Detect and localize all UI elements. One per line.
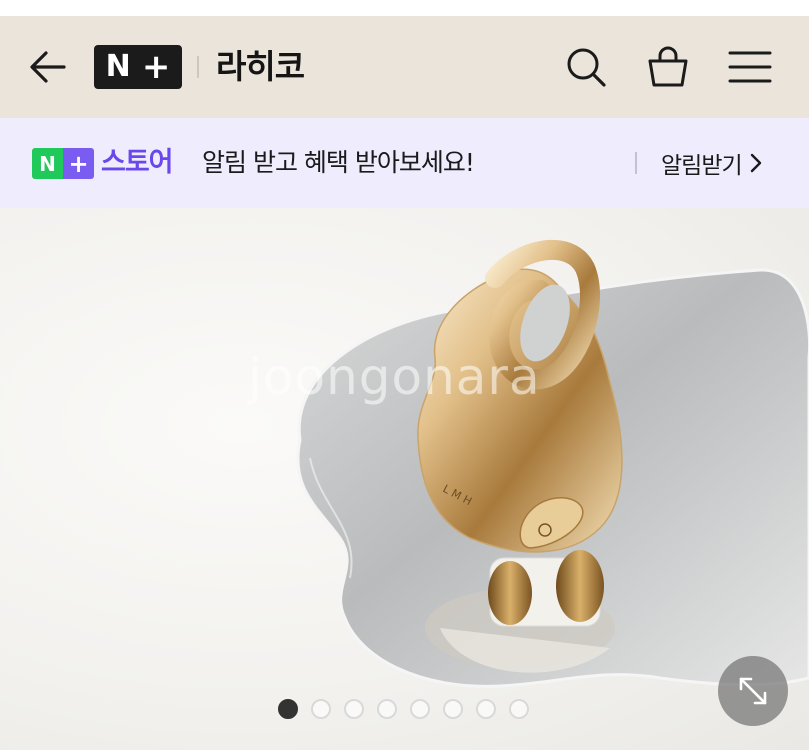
brand-name[interactable]: 라히코 xyxy=(216,44,305,90)
pagination-dot[interactable] xyxy=(344,699,364,719)
search-button[interactable] xyxy=(561,41,611,93)
store-header: N + 라히코 xyxy=(0,16,809,118)
pagination-dot[interactable] xyxy=(278,699,298,719)
status-bar-strip xyxy=(0,0,809,16)
gallery-pagination xyxy=(278,699,529,719)
banner-logo-plus: + xyxy=(63,148,94,179)
back-button[interactable] xyxy=(26,47,70,87)
product-photo: L M H xyxy=(296,239,809,688)
product-image-gallery[interactable]: L M H joongonara xyxy=(0,208,809,750)
logo-n-letter: N xyxy=(105,49,131,84)
naver-plus-logo[interactable]: N + xyxy=(94,45,182,89)
menu-button[interactable] xyxy=(725,41,775,93)
banner-divider xyxy=(635,152,637,174)
pagination-dot[interactable] xyxy=(311,699,331,719)
brand-divider xyxy=(197,56,199,78)
pagination-dot[interactable] xyxy=(410,699,430,719)
watermark-text: joongonara xyxy=(248,348,541,406)
chevron-right-icon xyxy=(750,153,762,173)
search-icon xyxy=(567,48,606,87)
shopping-bag-icon xyxy=(648,46,688,87)
pagination-dot[interactable] xyxy=(377,699,397,719)
pagination-dot[interactable] xyxy=(476,699,496,719)
pagination-dot[interactable] xyxy=(443,699,463,719)
expand-button[interactable] xyxy=(718,656,788,726)
notification-banner: N + 스토어 알림 받고 혜택 받아보세요! 알림받기 xyxy=(0,118,809,208)
hamburger-menu-icon xyxy=(728,51,772,83)
banner-message: 알림 받고 혜택 받아보세요! xyxy=(202,148,475,177)
pagination-dot[interactable] xyxy=(509,699,529,719)
banner-naver-plus-logo: N + xyxy=(32,148,94,179)
subscribe-alert-label: 알림받기 xyxy=(661,153,743,179)
expand-icon xyxy=(739,677,767,705)
banner-logo-n: N xyxy=(32,148,63,179)
logo-plus-sign: + xyxy=(141,47,171,87)
cart-button[interactable] xyxy=(643,41,693,93)
subscribe-alert-button[interactable]: 알림받기 xyxy=(661,142,762,184)
banner-store-label: 스토어 xyxy=(101,147,174,178)
arrow-left-icon xyxy=(30,51,66,83)
